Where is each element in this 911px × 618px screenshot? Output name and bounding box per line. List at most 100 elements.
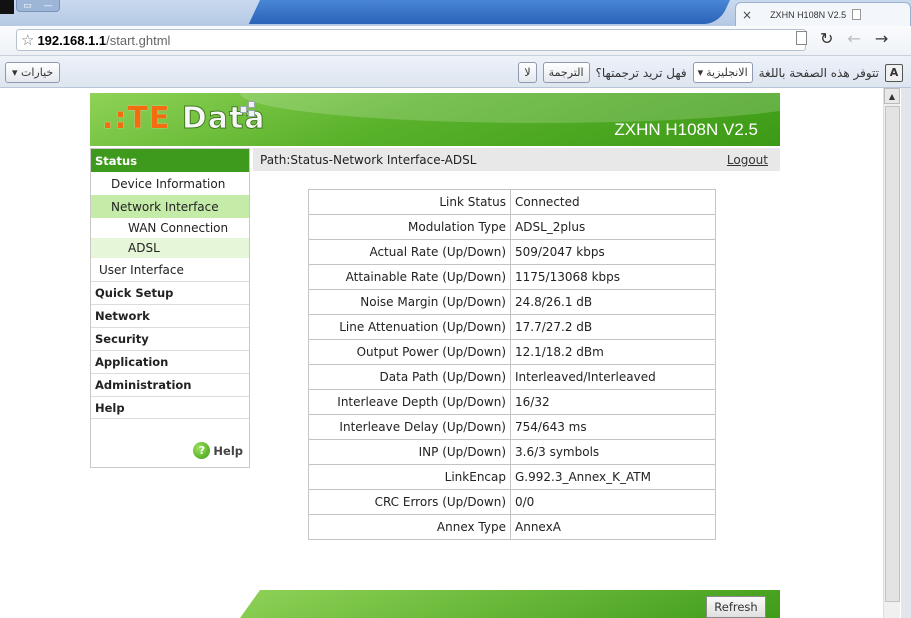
translate-question: فهل تريد ترجمتها؟ [595, 65, 687, 80]
help-link-label: Help [213, 443, 243, 458]
address-bar[interactable]: ☆ 192.168.1.1/start.ghtml [16, 29, 806, 51]
adsl-info-table: Link Status Connected Modulation Type ADSL_… [308, 189, 716, 540]
table-row: Modulation Type ADSL_2plus [308, 214, 716, 240]
table-row: Output Power (Up/Down) 12.1/18.2 dBm [308, 339, 716, 365]
sidebar-item-wan-connection[interactable]: WAN Connection [91, 218, 249, 238]
tab-close-icon[interactable]: × [742, 8, 752, 22]
table-row: Attainable Rate (Up/Down) 1175/13068 kbps [308, 264, 716, 290]
header-banner: .:TE Data ZXHN H108N V2.5 [90, 93, 780, 146]
sidebar-item-adsl[interactable]: ADSL [91, 238, 249, 258]
help-icon: ? [193, 442, 211, 459]
translate-icon: A [885, 63, 903, 82]
browser-titlebar: ▭ — × ZXHN H108N V2.5 [0, 0, 911, 26]
field-label: LinkEncap [308, 464, 511, 490]
field-value: AnnexA [510, 514, 716, 540]
minimize-icon[interactable]: — [44, 1, 53, 11]
forward-icon[interactable]: → [875, 29, 888, 48]
reload-icon[interactable]: ↻ [820, 29, 833, 48]
field-value: Interleaved/Interleaved [510, 364, 716, 390]
field-value: 12.1/18.2 dBm [510, 339, 716, 365]
field-label: Link Status [308, 189, 511, 215]
sidebar-item-quick-setup[interactable]: Quick Setup [91, 281, 249, 304]
browser-toolbar: ☆ 192.168.1.1/start.ghtml ↻ ← → [0, 26, 911, 56]
window-controls[interactable]: ▭ — [16, 0, 60, 12]
field-label: Interleave Depth (Up/Down) [308, 389, 511, 415]
browser-tabstrip [248, 0, 731, 24]
field-value: 3.6/3 symbols [510, 439, 716, 465]
banner-swoosh [240, 93, 780, 123]
translate-infobar: خيارات ▾ A تتوفر هذه الصفحة باللغة الانج… [0, 56, 911, 88]
field-label: Data Path (Up/Down) [308, 364, 511, 390]
scroll-up-icon[interactable]: ▲ [884, 88, 900, 104]
scroll-thumb[interactable] [885, 106, 900, 602]
table-row: Noise Margin (Up/Down) 24.8/26.1 dB [308, 289, 716, 315]
page-scrollbar[interactable]: ▲ [883, 88, 900, 618]
field-value: 24.8/26.1 dB [510, 289, 716, 315]
chevron-down-icon: ▾ [697, 66, 704, 79]
sidebar-item-administration[interactable]: Administration [91, 373, 249, 396]
field-label: Attainable Rate (Up/Down) [308, 264, 511, 290]
field-value: G.992.3_Annex_K_ATM [510, 464, 716, 490]
url-host: 192.168.1.1 [37, 32, 107, 48]
field-label: INP (Up/Down) [308, 439, 511, 465]
sidebar-item-application[interactable]: Application [91, 350, 249, 373]
table-row: INP (Up/Down) 3.6/3 symbols [308, 439, 716, 465]
translate-options-button[interactable]: خيارات ▾ [5, 62, 61, 83]
nav-buttons: ↻ ← → [820, 29, 888, 48]
table-row: Link Status Connected [308, 189, 716, 215]
field-label: Actual Rate (Up/Down) [308, 239, 511, 265]
table-row: Line Attenuation (Up/Down) 17.7/27.2 dB [308, 314, 716, 340]
table-row: Interleave Delay (Up/Down) 754/643 ms [308, 414, 716, 440]
window-edge [901, 88, 911, 618]
table-row: Interleave Depth (Up/Down) 16/32 [308, 389, 716, 415]
bookmark-star-icon[interactable]: ☆ [21, 31, 34, 49]
sidebar-item-help[interactable]: Help [91, 396, 249, 419]
sidebar-item-network-interface[interactable]: Network Interface [91, 195, 249, 218]
sidebar-item-user-interface[interactable]: User Interface [91, 258, 249, 281]
field-label: Noise Margin (Up/Down) [308, 289, 511, 315]
field-value: 17.7/27.2 dB [510, 314, 716, 340]
footer-bar [240, 590, 780, 618]
page-menu-icon[interactable] [796, 31, 807, 45]
field-value: 0/0 [510, 489, 716, 515]
no-button[interactable]: لا [518, 62, 537, 83]
logo-te: .:TE [102, 101, 171, 136]
refresh-button[interactable]: Refresh [706, 596, 766, 618]
table-row: CRC Errors (Up/Down) 0/0 [308, 489, 716, 515]
field-label: Modulation Type [308, 214, 511, 240]
field-label: Annex Type [308, 514, 511, 540]
table-row: LinkEncap G.992.3_Annex_K_ATM [308, 464, 716, 490]
logout-link[interactable]: Logout [727, 153, 768, 167]
field-value: ADSL_2plus [510, 214, 716, 240]
window-corner [0, 0, 14, 14]
translate-prompt-text: تتوفر هذه الصفحة باللغة [758, 65, 879, 80]
sidebar-item-device-information[interactable]: Device Information [91, 172, 249, 195]
field-label: Output Power (Up/Down) [308, 339, 511, 365]
language-value: الانجليزية [706, 66, 748, 79]
field-value: 754/643 ms [510, 414, 716, 440]
field-label: CRC Errors (Up/Down) [308, 489, 511, 515]
table-row: Actual Rate (Up/Down) 509/2047 kbps [308, 239, 716, 265]
sidebar-item-network[interactable]: Network [91, 304, 249, 327]
field-value: Connected [510, 189, 716, 215]
browser-tab[interactable]: × ZXHN H108N V2.5 [735, 2, 911, 26]
breadcrumb-path: Path:Status-Network Interface-ADSL [260, 152, 477, 167]
new-tab-icon[interactable] [852, 9, 862, 20]
logo-dots-icon [240, 101, 258, 119]
field-value: 1175/13068 kbps [510, 264, 716, 290]
sidebar-item-security[interactable]: Security [91, 327, 249, 350]
field-label: Interleave Delay (Up/Down) [308, 414, 511, 440]
translate-button[interactable]: الترجمة [542, 62, 590, 83]
language-select[interactable]: الانجليزية ▾ [692, 62, 753, 83]
url-path: /start.ghtml [106, 32, 171, 48]
field-label: Line Attenuation (Up/Down) [308, 314, 511, 340]
restore-icon[interactable]: ▭ [23, 1, 32, 11]
back-icon[interactable]: ← [847, 29, 860, 48]
tab-title: ZXHN H108N V2.5 [770, 9, 847, 20]
field-value: 509/2047 kbps [510, 239, 716, 265]
translate-prompt: A تتوفر هذه الصفحة باللغة الانجليزية ▾ فه… [518, 62, 903, 83]
breadcrumb: Path:Status-Network Interface-ADSL Logou… [253, 148, 780, 171]
table-row: Data Path (Up/Down) Interleaved/Interleav… [308, 364, 716, 390]
help-link[interactable]: ? Help [193, 442, 243, 459]
sidebar-item-status[interactable]: Status [91, 149, 249, 172]
